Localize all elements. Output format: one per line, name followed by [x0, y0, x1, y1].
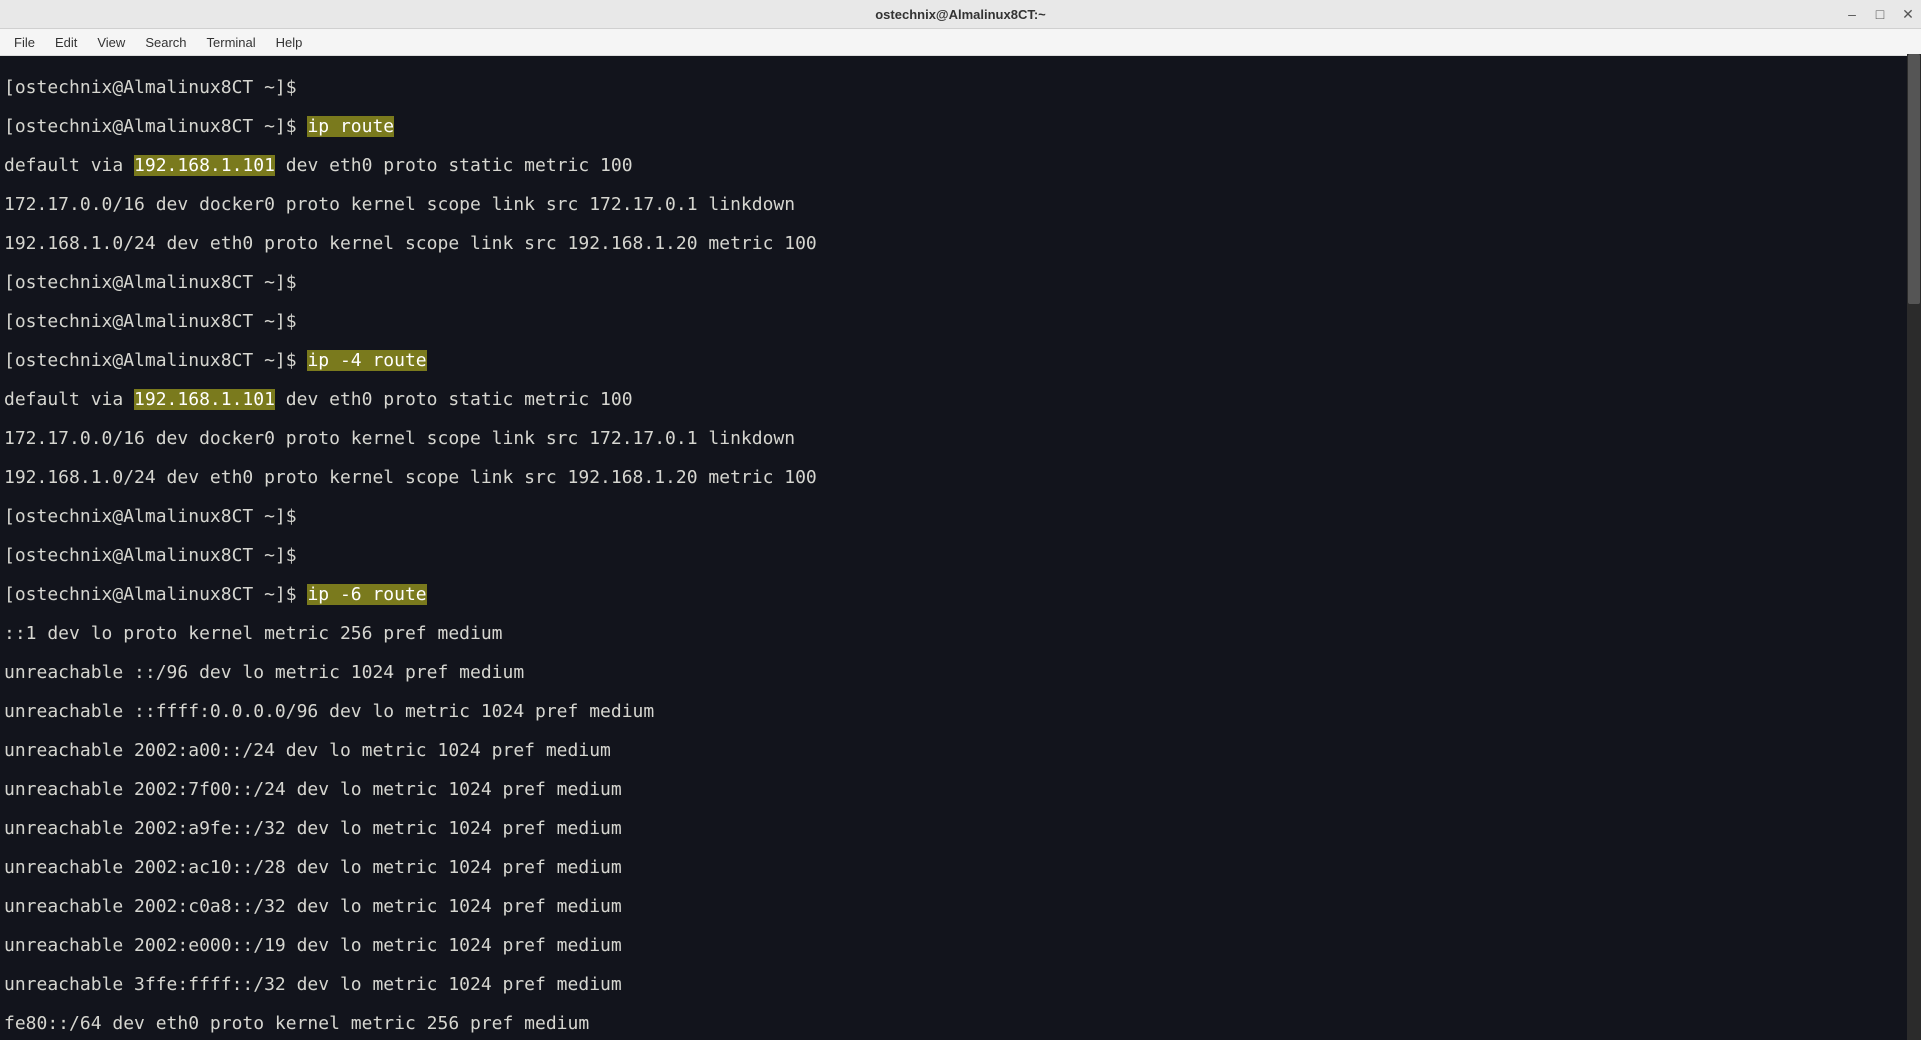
output-text: 192.168.1.0/24 dev eth0 proto kernel sco… — [4, 468, 1917, 488]
output-text: unreachable 2002:7f00::/24 dev lo metric… — [4, 780, 1917, 800]
output-text: unreachable 2002:ac10::/28 dev lo metric… — [4, 858, 1917, 878]
output-text: dev eth0 proto static metric 100 — [275, 155, 643, 176]
close-button[interactable]: ✕ — [1901, 6, 1915, 23]
minimize-button[interactable]: – — [1845, 6, 1859, 22]
output-text: ::1 dev lo proto kernel metric 256 pref … — [4, 624, 1917, 644]
prompt: [ostechnix@Almalinux8CT ~]$ — [4, 116, 307, 137]
output-text: 192.168.1.0/24 dev eth0 proto kernel sco… — [4, 234, 1917, 254]
menu-view[interactable]: View — [87, 32, 135, 53]
gateway-ip: 192.168.1.101 — [134, 389, 275, 410]
output-text: 172.17.0.0/16 dev docker0 proto kernel s… — [4, 429, 1917, 449]
menu-search[interactable]: Search — [135, 32, 196, 53]
output-text: 172.17.0.0/16 dev docker0 proto kernel s… — [4, 195, 1917, 215]
output-text: unreachable ::/96 dev lo metric 1024 pre… — [4, 663, 1917, 683]
maximize-button[interactable]: □ — [1873, 6, 1887, 22]
scrollbar-thumb[interactable] — [1908, 54, 1920, 304]
window-title: ostechnix@Almalinux8CT:~ — [875, 7, 1046, 22]
output-text: default via — [4, 155, 134, 176]
output-text: unreachable 2002:e000::/19 dev lo metric… — [4, 936, 1917, 956]
window-titlebar: ostechnix@Almalinux8CT:~ – □ ✕ — [0, 0, 1921, 29]
output-text: unreachable 2002:c0a8::/32 dev lo metric… — [4, 897, 1917, 917]
prompt: [ostechnix@Almalinux8CT ~]$ — [4, 506, 307, 527]
gateway-ip: 192.168.1.101 — [134, 155, 275, 176]
output-text: dev eth0 proto static metric 100 — [275, 389, 643, 410]
menubar: File Edit View Search Terminal Help — [0, 29, 1921, 56]
menu-help[interactable]: Help — [266, 32, 313, 53]
command: ip -4 route — [307, 350, 426, 371]
output-text: unreachable 3ffe:ffff::/32 dev lo metric… — [4, 975, 1917, 995]
terminal-output[interactable]: [ostechnix@Almalinux8CT ~]$ [ostechnix@A… — [0, 56, 1921, 1040]
output-text: fe80::/64 dev eth0 proto kernel metric 2… — [4, 1014, 1917, 1034]
menu-terminal[interactable]: Terminal — [197, 32, 266, 53]
prompt: [ostechnix@Almalinux8CT ~]$ — [4, 272, 307, 293]
window-controls: – □ ✕ — [1845, 0, 1915, 28]
terminal-scrollbar[interactable] — [1907, 54, 1921, 1040]
output-text: unreachable 2002:a9fe::/32 dev lo metric… — [4, 819, 1917, 839]
command: ip -6 route — [307, 584, 426, 605]
command: ip route — [307, 116, 394, 137]
menu-file[interactable]: File — [4, 32, 45, 53]
output-text: unreachable 2002:a00::/24 dev lo metric … — [4, 741, 1917, 761]
prompt: [ostechnix@Almalinux8CT ~]$ — [4, 545, 307, 566]
output-text: unreachable ::ffff:0.0.0.0/96 dev lo met… — [4, 702, 1917, 722]
prompt: [ostechnix@Almalinux8CT ~]$ — [4, 77, 307, 98]
output-text: default via — [4, 389, 134, 410]
prompt: [ostechnix@Almalinux8CT ~]$ — [4, 350, 307, 371]
prompt: [ostechnix@Almalinux8CT ~]$ — [4, 311, 307, 332]
menu-edit[interactable]: Edit — [45, 32, 87, 53]
prompt: [ostechnix@Almalinux8CT ~]$ — [4, 584, 307, 605]
